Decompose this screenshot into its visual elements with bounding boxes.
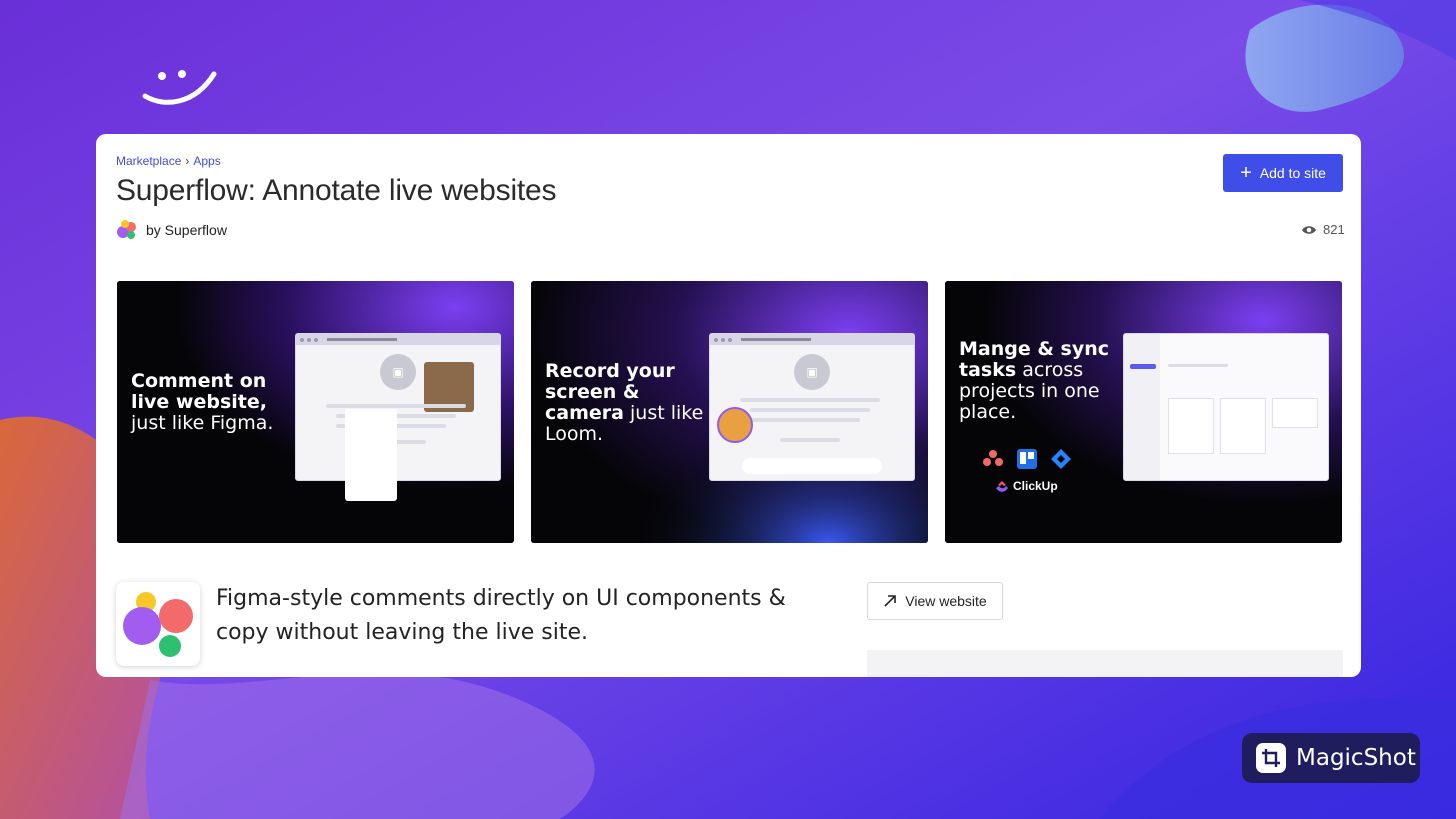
- jira-icon: [1051, 449, 1071, 469]
- add-to-site-label: Add to site: [1259, 165, 1326, 181]
- trello-icon: [1017, 449, 1037, 469]
- publisher-name[interactable]: by Superflow: [146, 222, 227, 238]
- screenshot-tasks[interactable]: Mange & sync tasks across projects in on…: [945, 281, 1342, 543]
- heading-rest: just like Figma.: [131, 412, 274, 434]
- details-panel: [867, 650, 1343, 677]
- browser-mockup: ▣: [295, 333, 501, 481]
- comment-popup: [345, 409, 397, 501]
- clickup-logo: ClickUp: [995, 479, 1058, 493]
- image-placeholder-icon: ▣: [380, 354, 416, 390]
- breadcrumb-marketplace[interactable]: Marketplace: [116, 154, 181, 168]
- image-placeholder-icon: ▣: [794, 354, 830, 390]
- publisher-byline: by Superflow: [116, 219, 227, 241]
- screenshot-heading: Mange & sync tasks across projects in on…: [959, 339, 1119, 423]
- screenshot-record[interactable]: Record your screen & camera just like Lo…: [531, 281, 928, 543]
- app-description: Figma-style comments directly on UI comp…: [216, 586, 786, 645]
- screenshot-heading: Record your screen & camera just like Lo…: [545, 361, 715, 445]
- magicshot-watermark: MagicShot: [1242, 733, 1420, 783]
- add-to-site-button[interactable]: + Add to site: [1223, 154, 1343, 192]
- app-detail-card: Marketplace › Apps Superflow: Annotate l…: [96, 134, 1361, 677]
- recording-toolbar: [742, 458, 882, 474]
- screenshot-comment[interactable]: Comment on live website, just like Figma…: [117, 281, 514, 543]
- clickup-icon: [996, 481, 1008, 492]
- view-website-button[interactable]: View website: [867, 582, 1003, 620]
- breadcrumb-apps[interactable]: Apps: [193, 154, 220, 168]
- page-title: Superflow: Annotate live websites: [116, 174, 557, 207]
- smiley-logo-icon: [142, 70, 217, 105]
- breadcrumb-separator: ›: [185, 154, 190, 168]
- clickup-label: ClickUp: [1013, 479, 1058, 493]
- view-count-value: 821: [1323, 222, 1345, 237]
- view-count: 821: [1301, 222, 1345, 237]
- task-app-mockup: [1123, 333, 1329, 481]
- camera-bubble: [717, 407, 753, 443]
- heading-bold: Comment on live website,: [131, 370, 267, 413]
- asana-icon: [983, 450, 1003, 466]
- superflow-logo-icon: [117, 220, 136, 239]
- screenshot-heading: Comment on live website, just like Figma…: [131, 371, 291, 434]
- arrow-up-right-icon: [884, 595, 897, 607]
- eye-icon: [1302, 225, 1316, 234]
- view-website-label: View website: [905, 593, 987, 609]
- integration-icons: [983, 449, 1071, 469]
- breadcrumb: Marketplace › Apps: [116, 154, 221, 168]
- app-logo-tile: [116, 582, 200, 666]
- plus-icon: +: [1240, 162, 1252, 184]
- superflow-logo-icon: [123, 592, 193, 657]
- crop-icon: [1256, 743, 1286, 773]
- magicshot-label: MagicShot: [1296, 745, 1416, 771]
